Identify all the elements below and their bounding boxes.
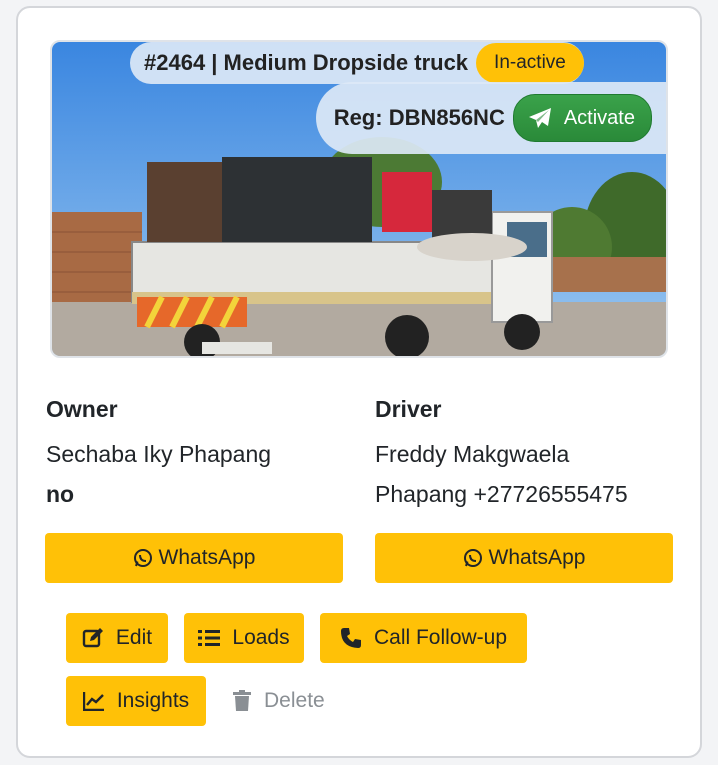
insights-label: Insights: [116, 689, 190, 712]
trash-icon: [232, 690, 252, 712]
pencil-square-icon: [82, 627, 104, 649]
edit-button[interactable]: Edit: [66, 613, 168, 663]
delete-label: Delete: [264, 689, 325, 712]
driver-whatsapp-button[interactable]: WhatsApp: [375, 533, 673, 583]
owner-section: Owner Sechaba Iky Phapang no: [46, 396, 346, 514]
owner-name: Sechaba Iky Phapang: [46, 441, 272, 467]
driver-whatsapp-label: WhatsApp: [488, 546, 586, 569]
loads-label: Loads: [232, 626, 290, 649]
driver-heading: Driver: [375, 396, 442, 422]
truck-photo: #2464 | Medium Dropside truck In-active …: [50, 40, 668, 358]
owner-extra: no: [46, 481, 75, 507]
owner-heading: Owner: [46, 396, 118, 422]
owner-whatsapp-label: WhatsApp: [158, 546, 256, 569]
phone-icon: [340, 627, 362, 649]
insights-button[interactable]: Insights: [66, 676, 206, 726]
activate-label: Activate: [563, 106, 635, 129]
chart-line-icon: [82, 691, 105, 711]
edit-label: Edit: [115, 626, 153, 649]
registration-pill: Reg: DBN856NC Activate: [315, 82, 666, 154]
whatsapp-icon: [133, 548, 153, 568]
status-badge: In-active: [476, 43, 584, 83]
driver-name-line1: Freddy Makgwaela: [375, 441, 570, 467]
call-followup-button[interactable]: Call Follow-up: [320, 613, 527, 663]
delete-button[interactable]: Delete: [232, 686, 325, 716]
owner-whatsapp-button[interactable]: WhatsApp: [45, 533, 343, 583]
activate-button[interactable]: Activate: [512, 94, 652, 142]
driver-name-line2: Phapang +27726555475: [375, 481, 628, 507]
loads-button[interactable]: Loads: [184, 613, 304, 663]
call-followup-label: Call Follow-up: [373, 626, 508, 649]
paper-plane-icon: [528, 107, 552, 129]
title-pill: #2464 | Medium Dropside truck In-active: [130, 42, 584, 84]
vehicle-title: #2464 | Medium Dropside truck: [144, 50, 469, 75]
list-icon: [198, 629, 221, 647]
whatsapp-icon: [463, 548, 483, 568]
driver-section: Driver Freddy Makgwaela Phapang +2772655…: [375, 396, 675, 514]
registration-number: Reg: DBN856NC: [333, 105, 505, 130]
